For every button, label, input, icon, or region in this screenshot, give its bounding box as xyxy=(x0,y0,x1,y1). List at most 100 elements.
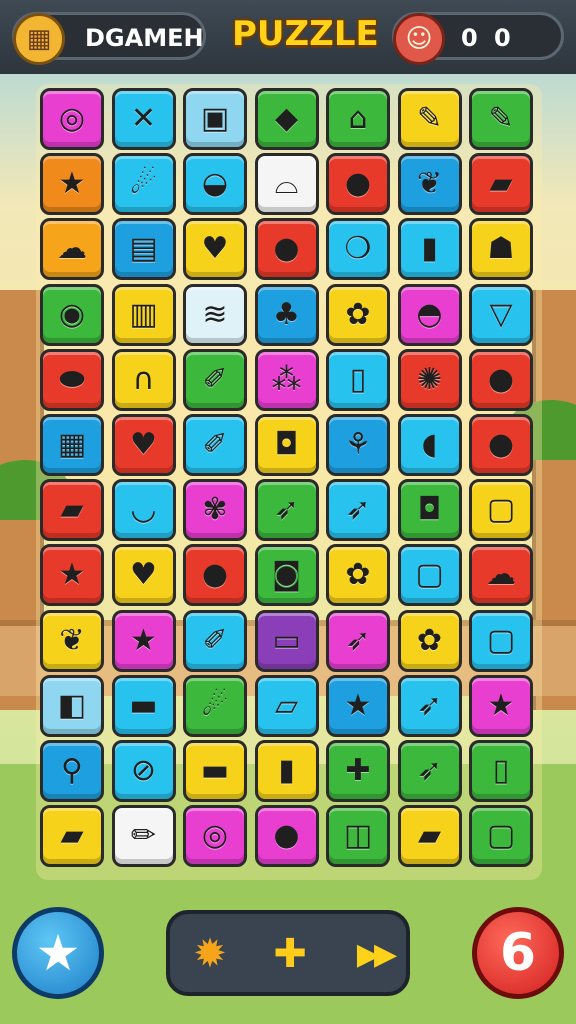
chip-tile[interactable]: ▤ xyxy=(111,218,176,281)
gem-tile[interactable]: ◆ xyxy=(254,88,319,150)
lollipop-tile[interactable]: ⚲ xyxy=(40,740,104,802)
board-tile[interactable]: ▦ xyxy=(40,414,104,476)
flag-tile[interactable]: ▱ xyxy=(254,674,319,737)
star-button[interactable]: ★ xyxy=(12,907,104,999)
screen-tile[interactable]: ▣ xyxy=(183,88,247,150)
crayon-tile[interactable]: ✐ xyxy=(183,348,247,411)
pepper-tile[interactable]: ☄ xyxy=(111,153,176,216)
eggplant-tile[interactable]: ❍ xyxy=(326,218,390,281)
plus-tile[interactable]: ✚ xyxy=(326,740,390,802)
pen-tile[interactable]: ✎ xyxy=(469,88,533,150)
cookie-tile[interactable]: ✺ xyxy=(397,348,462,411)
game-board: ◎ ✕ ▣ ◆ ⌂ ✎ ✎ ★ ☄ ◒ ⌓ ● ❦ ▰ ☁ ▤ ♥ ● ❍ ▮ ☗ ◉ ▥ ≋ ♣ ✿ ◓ ▽ ⬬ ∩ ✐ ⁂ ▯ ✺ ● ▦ ♥ ✐ ◘ ⚘… xyxy=(36,84,542,880)
grapes-tile[interactable]: ⁂ xyxy=(254,348,319,411)
carrot-tile[interactable]: ➶ xyxy=(397,740,462,802)
pan-icon: ⊘ xyxy=(130,753,157,788)
cherry-tile[interactable]: ♥ xyxy=(111,414,176,476)
bag-tile[interactable]: ◘ xyxy=(397,479,462,542)
face-icon: ☺ xyxy=(393,13,445,65)
pot-tile[interactable]: ⌂ xyxy=(326,88,390,150)
square-tile[interactable]: ▢ xyxy=(469,479,533,542)
lips-tile[interactable]: ◡ xyxy=(111,479,176,542)
bottle-tile[interactable]: ▯ xyxy=(326,348,390,411)
dot-tile[interactable]: ● xyxy=(469,414,533,476)
puzzle-piece-icon[interactable]: ✚ xyxy=(262,926,318,982)
tube-tile[interactable]: ▰ xyxy=(40,479,104,542)
ring-tile[interactable]: ◎ xyxy=(40,88,104,150)
tube-tile[interactable]: ▰ xyxy=(40,805,104,868)
bowl-plant-tile[interactable]: ♣ xyxy=(254,283,319,346)
pen-tile[interactable]: ✎ xyxy=(397,88,462,150)
cake-tile[interactable]: ▬ xyxy=(111,674,176,737)
fruit-bowl-tile[interactable]: ◓ xyxy=(397,283,462,346)
plum-icon: ● xyxy=(273,231,300,267)
plum-tile[interactable]: ● xyxy=(254,218,319,281)
can-tile[interactable]: ◫ xyxy=(326,805,390,868)
crayon-tile[interactable]: ✐ xyxy=(183,609,247,672)
bottle-tile[interactable]: ▯ xyxy=(469,740,533,802)
carrot-tile[interactable]: ➶ xyxy=(397,674,462,737)
star-tile[interactable]: ★ xyxy=(40,544,104,607)
star-tile[interactable]: ★ xyxy=(40,153,104,216)
square-tile[interactable]: ▢ xyxy=(469,805,533,868)
fast-forward-icon[interactable]: ▶▶ xyxy=(350,926,398,982)
machine-tile[interactable]: ▥ xyxy=(111,283,176,346)
flower-tile[interactable]: ✿ xyxy=(326,544,390,607)
sun-icon[interactable]: ✹ xyxy=(180,926,240,982)
ring-tile[interactable]: ◎ xyxy=(183,805,247,868)
drop-tile[interactable]: ◖ xyxy=(397,414,462,476)
score-panel[interactable]: ☺ 0 0 xyxy=(392,12,564,65)
star-tile[interactable]: ★ xyxy=(111,609,176,672)
folder-tile[interactable]: ▭ xyxy=(254,609,319,672)
cloud-tile[interactable]: ☁ xyxy=(40,218,104,281)
box-tile[interactable]: ▰ xyxy=(469,153,533,216)
jar-tile[interactable]: ▮ xyxy=(254,740,319,802)
square-tile[interactable]: ▢ xyxy=(397,544,462,607)
ball-tile[interactable]: ● xyxy=(254,805,319,868)
cake-icon: ▬ xyxy=(200,753,230,788)
star-tile[interactable]: ★ xyxy=(469,674,533,737)
box-tile[interactable]: ▰ xyxy=(397,805,462,868)
star-tile[interactable]: ★ xyxy=(326,674,390,737)
bag-tile[interactable]: ◘ xyxy=(254,414,319,476)
dessert-tile[interactable]: ▽ xyxy=(469,283,533,346)
carrot-tile[interactable]: ➶ xyxy=(326,479,390,542)
folder-icon: ▭ xyxy=(272,622,301,658)
cube-tile[interactable]: ◧ xyxy=(40,674,104,737)
shoe-tile[interactable]: ⌓ xyxy=(254,153,319,216)
apple-tile[interactable]: ♥ xyxy=(183,218,247,281)
sandwich-tile[interactable]: ≋ xyxy=(183,283,247,346)
cross-tile[interactable]: ✕ xyxy=(111,88,176,150)
pencil-tile[interactable]: ✏ xyxy=(111,805,176,868)
player-panel[interactable]: ▦ DGAMEH xyxy=(12,12,206,65)
ball-tile[interactable]: ● xyxy=(469,348,533,411)
leaf-tile[interactable]: ❦ xyxy=(40,609,104,672)
tube-icon: ▰ xyxy=(60,818,84,854)
ball-chain-tile[interactable]: ◉ xyxy=(40,283,104,346)
ball-tile[interactable]: ● xyxy=(326,153,390,216)
level-button[interactable]: 6 xyxy=(472,907,564,999)
pepper-tile[interactable]: ☄ xyxy=(183,674,247,737)
bubble-tile[interactable]: ● xyxy=(183,544,247,607)
cake-tile[interactable]: ▬ xyxy=(183,740,247,802)
crayon-tile[interactable]: ✐ xyxy=(183,414,247,476)
apple-tile[interactable]: ♥ xyxy=(111,544,176,607)
radio-tile[interactable]: ◙ xyxy=(254,544,319,607)
icecream-tile[interactable]: ☁ xyxy=(469,544,533,607)
jar-tile[interactable]: ▮ xyxy=(397,218,462,281)
plus-icon: ✚ xyxy=(345,753,371,788)
bowl-tile[interactable]: ◒ xyxy=(183,153,247,216)
carrot-tile[interactable]: ➶ xyxy=(326,609,390,672)
shell-tile[interactable]: ✾ xyxy=(183,479,247,542)
soap-tile[interactable]: ⬬ xyxy=(40,348,104,411)
eggplant-icon: ❍ xyxy=(344,231,372,267)
ghost-tile[interactable]: ☗ xyxy=(469,218,533,281)
square-tile[interactable]: ▢ xyxy=(469,609,533,672)
grass-tile[interactable]: ⚘ xyxy=(326,414,390,476)
candy-tile[interactable]: ✿ xyxy=(326,283,390,346)
flower-tile[interactable]: ✿ xyxy=(397,609,462,672)
leaf-tile[interactable]: ❦ xyxy=(397,153,462,216)
carrot-tile[interactable]: ➶ xyxy=(254,479,319,542)
pan-tile[interactable]: ⊘ xyxy=(111,740,176,802)
horseshoe-tile[interactable]: ∩ xyxy=(111,348,176,411)
